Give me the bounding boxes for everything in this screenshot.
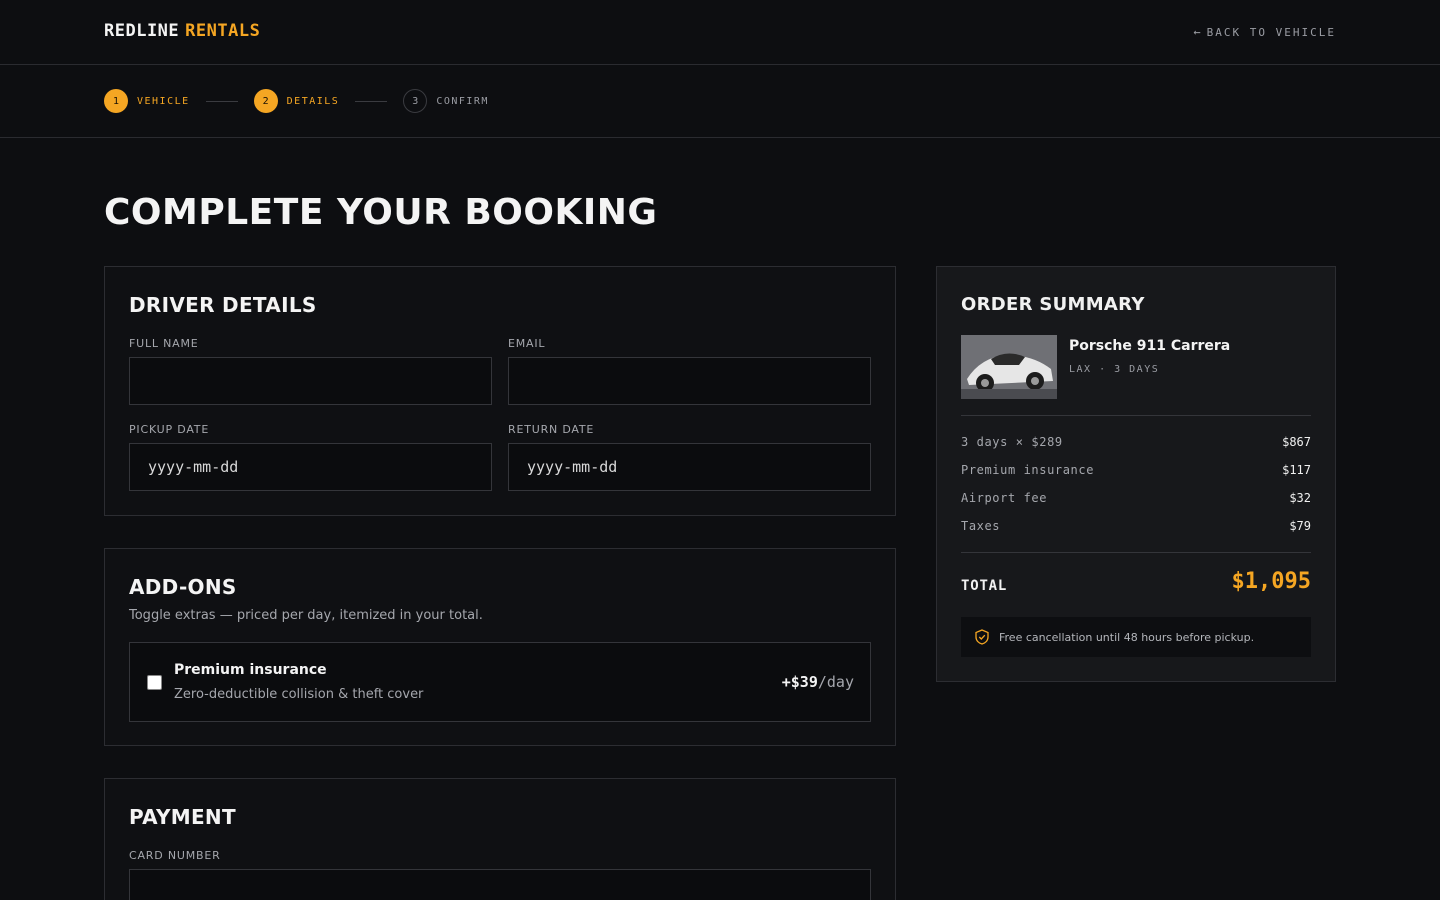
brand-name-primary: REDLINE [104, 21, 180, 41]
vehicle-meta: LAX · 3 DAYS [1069, 364, 1160, 375]
addon-description: Zero-deductible collision & theft cover [174, 687, 424, 702]
page-title: COMPLETE YOUR BOOKING [104, 192, 658, 233]
shield-check-icon [975, 629, 989, 645]
summary-divider [961, 415, 1311, 416]
top-header: REDLINE RENTALS ← BACK TO VEHICLE [0, 0, 1440, 65]
driver-details-card: DRIVER DETAILS FULL NAME EMAIL PICKUP DA… [104, 266, 896, 516]
step-confirm[interactable]: 3 CONFIRM [403, 89, 489, 113]
brand-logo[interactable]: REDLINE RENTALS [104, 21, 260, 41]
order-summary-panel: ORDER SUMMARY Porsche 911 Carrera LAX · … [936, 266, 1336, 682]
line-item-value: $867 [1282, 435, 1311, 449]
line-item-label: 3 days × $289 [961, 435, 1063, 449]
pickup-date-input[interactable] [129, 443, 492, 491]
addon-price-unit: /day [817, 673, 854, 691]
vehicle-thumbnail [961, 335, 1057, 399]
line-item: 3 days × $289 $867 [961, 435, 1311, 449]
total-value: $1,095 [1231, 569, 1311, 594]
addons-card: ADD-ONS Toggle extras — priced per day, … [104, 548, 896, 746]
payment-title: PAYMENT [129, 805, 236, 829]
addon-price-amount: +$39 [781, 673, 818, 691]
step-details[interactable]: 2 DETAILS [253, 89, 340, 113]
full-name-input[interactable] [129, 357, 492, 405]
step-number: 3 [403, 89, 428, 113]
step-number: 2 [253, 89, 278, 113]
back-to-vehicle-label: BACK TO VEHICLE [1206, 25, 1336, 39]
step-label: CONFIRM [436, 95, 489, 107]
step-connector [355, 100, 388, 102]
line-item: Airport fee $32 [961, 491, 1311, 505]
summary-divider [961, 552, 1311, 553]
return-date-label: RETURN DATE [508, 423, 595, 436]
addon-premium-insurance[interactable]: Premium insurance Zero-deductible collis… [129, 642, 871, 722]
vehicle-name: Porsche 911 Carrera [1069, 338, 1231, 354]
line-item-label: Airport fee [961, 491, 1048, 505]
driver-details-title: DRIVER DETAILS [129, 293, 317, 317]
addon-name: Premium insurance [174, 662, 327, 678]
line-item-value: $117 [1282, 463, 1311, 477]
order-summary-title: ORDER SUMMARY [961, 294, 1145, 315]
line-item-value: $32 [1289, 491, 1311, 505]
step-label: VEHICLE [137, 95, 190, 107]
line-item-label: Taxes [961, 519, 1001, 533]
card-number-label: CARD NUMBER [129, 849, 221, 862]
line-item-label: Premium insurance [961, 463, 1095, 477]
total-label: TOTAL [961, 578, 1008, 594]
card-number-input[interactable] [129, 869, 871, 900]
arrow-left-icon: ← [1193, 25, 1201, 39]
addons-title: ADD-ONS [129, 575, 237, 599]
addon-checkbox[interactable] [147, 675, 162, 690]
addons-subtitle: Toggle extras — priced per day, itemized… [129, 608, 483, 623]
step-vehicle[interactable]: 1 VEHICLE [104, 89, 190, 113]
line-item-value: $79 [1289, 519, 1311, 533]
payment-card: PAYMENT CARD NUMBER [104, 778, 896, 900]
car-photo-icon [961, 335, 1057, 399]
full-name-label: FULL NAME [129, 337, 199, 350]
line-item: Taxes $79 [961, 519, 1311, 533]
cancellation-note-text: Free cancellation until 48 hours before … [999, 630, 1255, 644]
step-label: DETAILS [286, 95, 340, 107]
addon-price: +$39/day [782, 673, 854, 691]
line-item: Premium insurance $117 [961, 463, 1311, 477]
back-to-vehicle-link[interactable]: ← BACK TO VEHICLE [1193, 25, 1336, 39]
step-number: 1 [104, 89, 128, 113]
email-input[interactable] [508, 357, 871, 405]
return-date-input[interactable] [508, 443, 871, 491]
progress-stepper: 1 VEHICLE 2 DETAILS 3 CONFIRM [0, 65, 1440, 138]
cancellation-note: Free cancellation until 48 hours before … [961, 617, 1311, 657]
step-connector [205, 100, 238, 102]
email-label: EMAIL [508, 337, 546, 350]
pickup-date-label: PICKUP DATE [129, 423, 210, 436]
brand-name-accent: RENTALS [185, 21, 261, 41]
